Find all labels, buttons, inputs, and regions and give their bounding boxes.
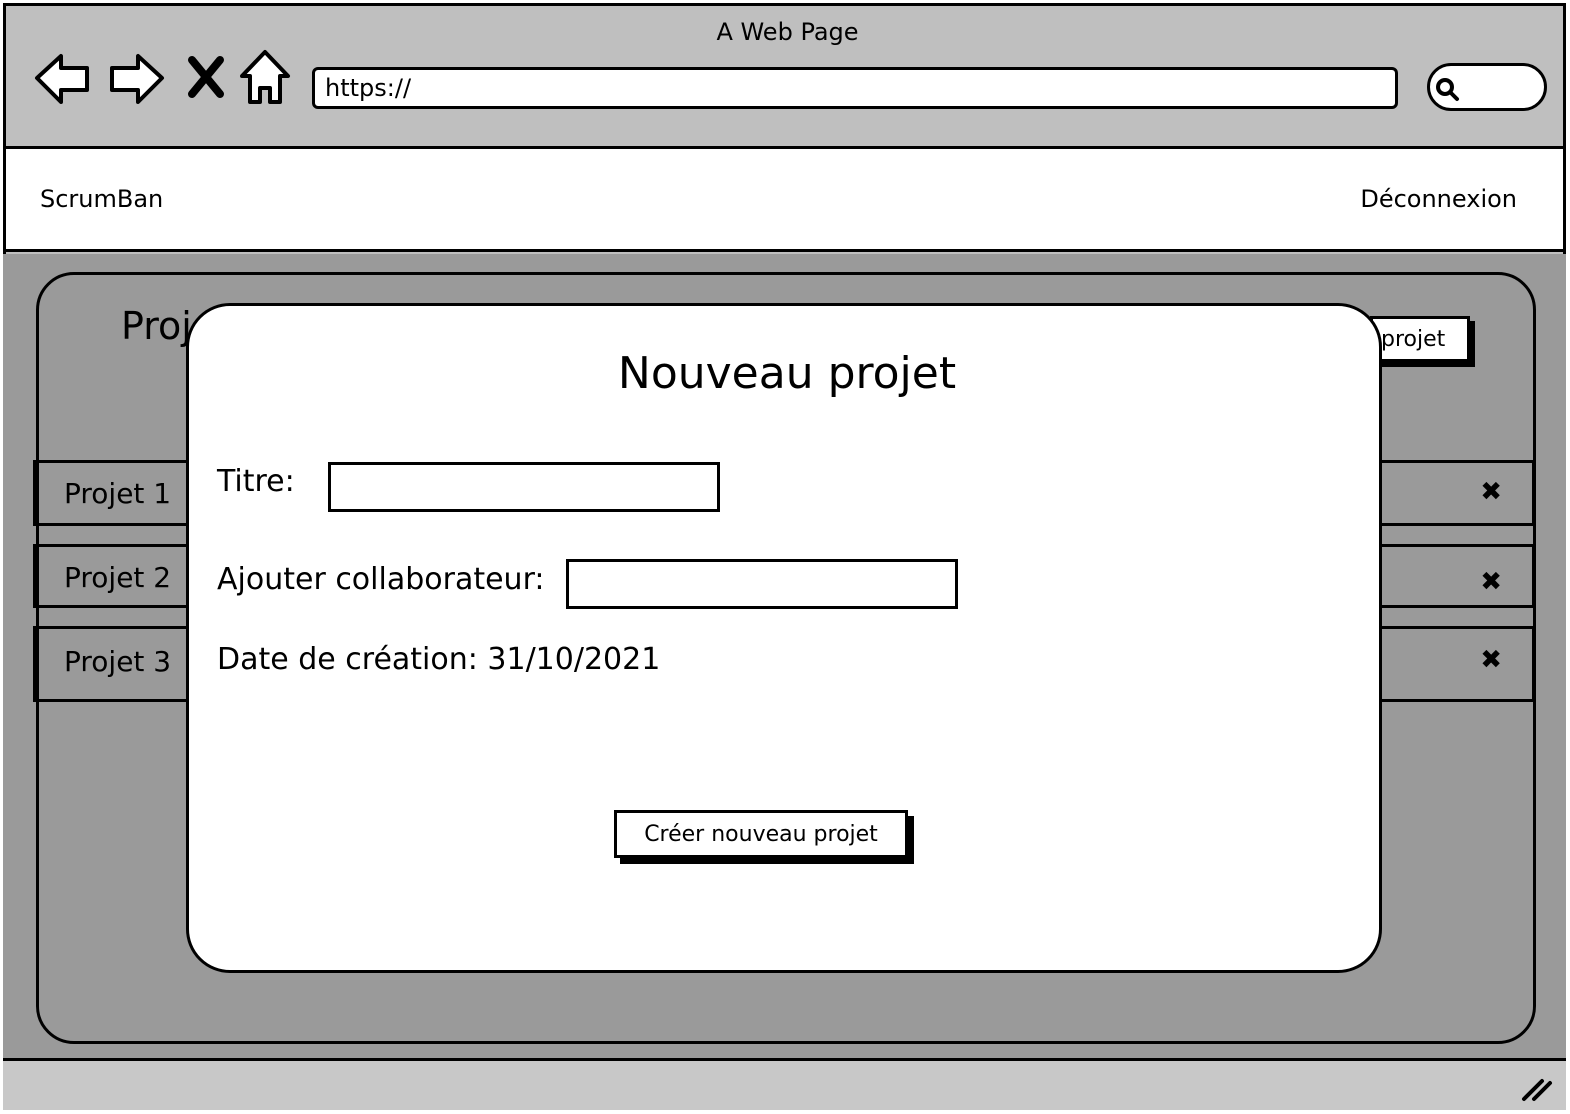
delete-project-icon[interactable]: ✖ (1480, 567, 1502, 597)
status-bar (3, 1058, 1566, 1110)
panel-title: Proj (121, 304, 192, 348)
search-icon (1436, 78, 1459, 101)
url-input[interactable]: https:// (312, 67, 1398, 109)
home-icon[interactable] (238, 48, 292, 108)
logout-link[interactable]: Déconnexion (1360, 185, 1517, 213)
back-icon[interactable] (33, 50, 93, 106)
new-project-button[interactable]: projet (1370, 316, 1470, 362)
window-title: A Web Page (716, 18, 859, 46)
title-label: Titre: (217, 464, 295, 499)
creation-date-text: Date de création: 31/10/2021 (217, 642, 661, 677)
project-label: Projet 2 (64, 561, 172, 594)
create-project-button[interactable]: Créer nouveau projet (614, 810, 908, 858)
brand-name[interactable]: ScrumBan (40, 185, 163, 213)
project-label: Projet 1 (64, 477, 172, 510)
modal-title: Nouveau projet (617, 348, 957, 399)
delete-project-icon[interactable]: ✖ (1480, 477, 1502, 507)
forward-icon[interactable] (106, 50, 166, 106)
title-input[interactable] (328, 462, 720, 512)
app-header: ScrumBan Déconnexion (3, 146, 1566, 252)
stop-icon[interactable] (184, 54, 228, 100)
resize-grip-icon[interactable] (1518, 1073, 1554, 1103)
browser-search-input[interactable] (1427, 63, 1547, 111)
project-label: Projet 3 (64, 645, 172, 678)
new-project-modal: Nouveau projet Titre: Ajouter collaborat… (186, 303, 1382, 973)
collaborator-label: Ajouter collaborateur: (217, 562, 545, 597)
delete-project-icon[interactable]: ✖ (1480, 645, 1502, 675)
collaborator-input[interactable] (566, 559, 958, 609)
